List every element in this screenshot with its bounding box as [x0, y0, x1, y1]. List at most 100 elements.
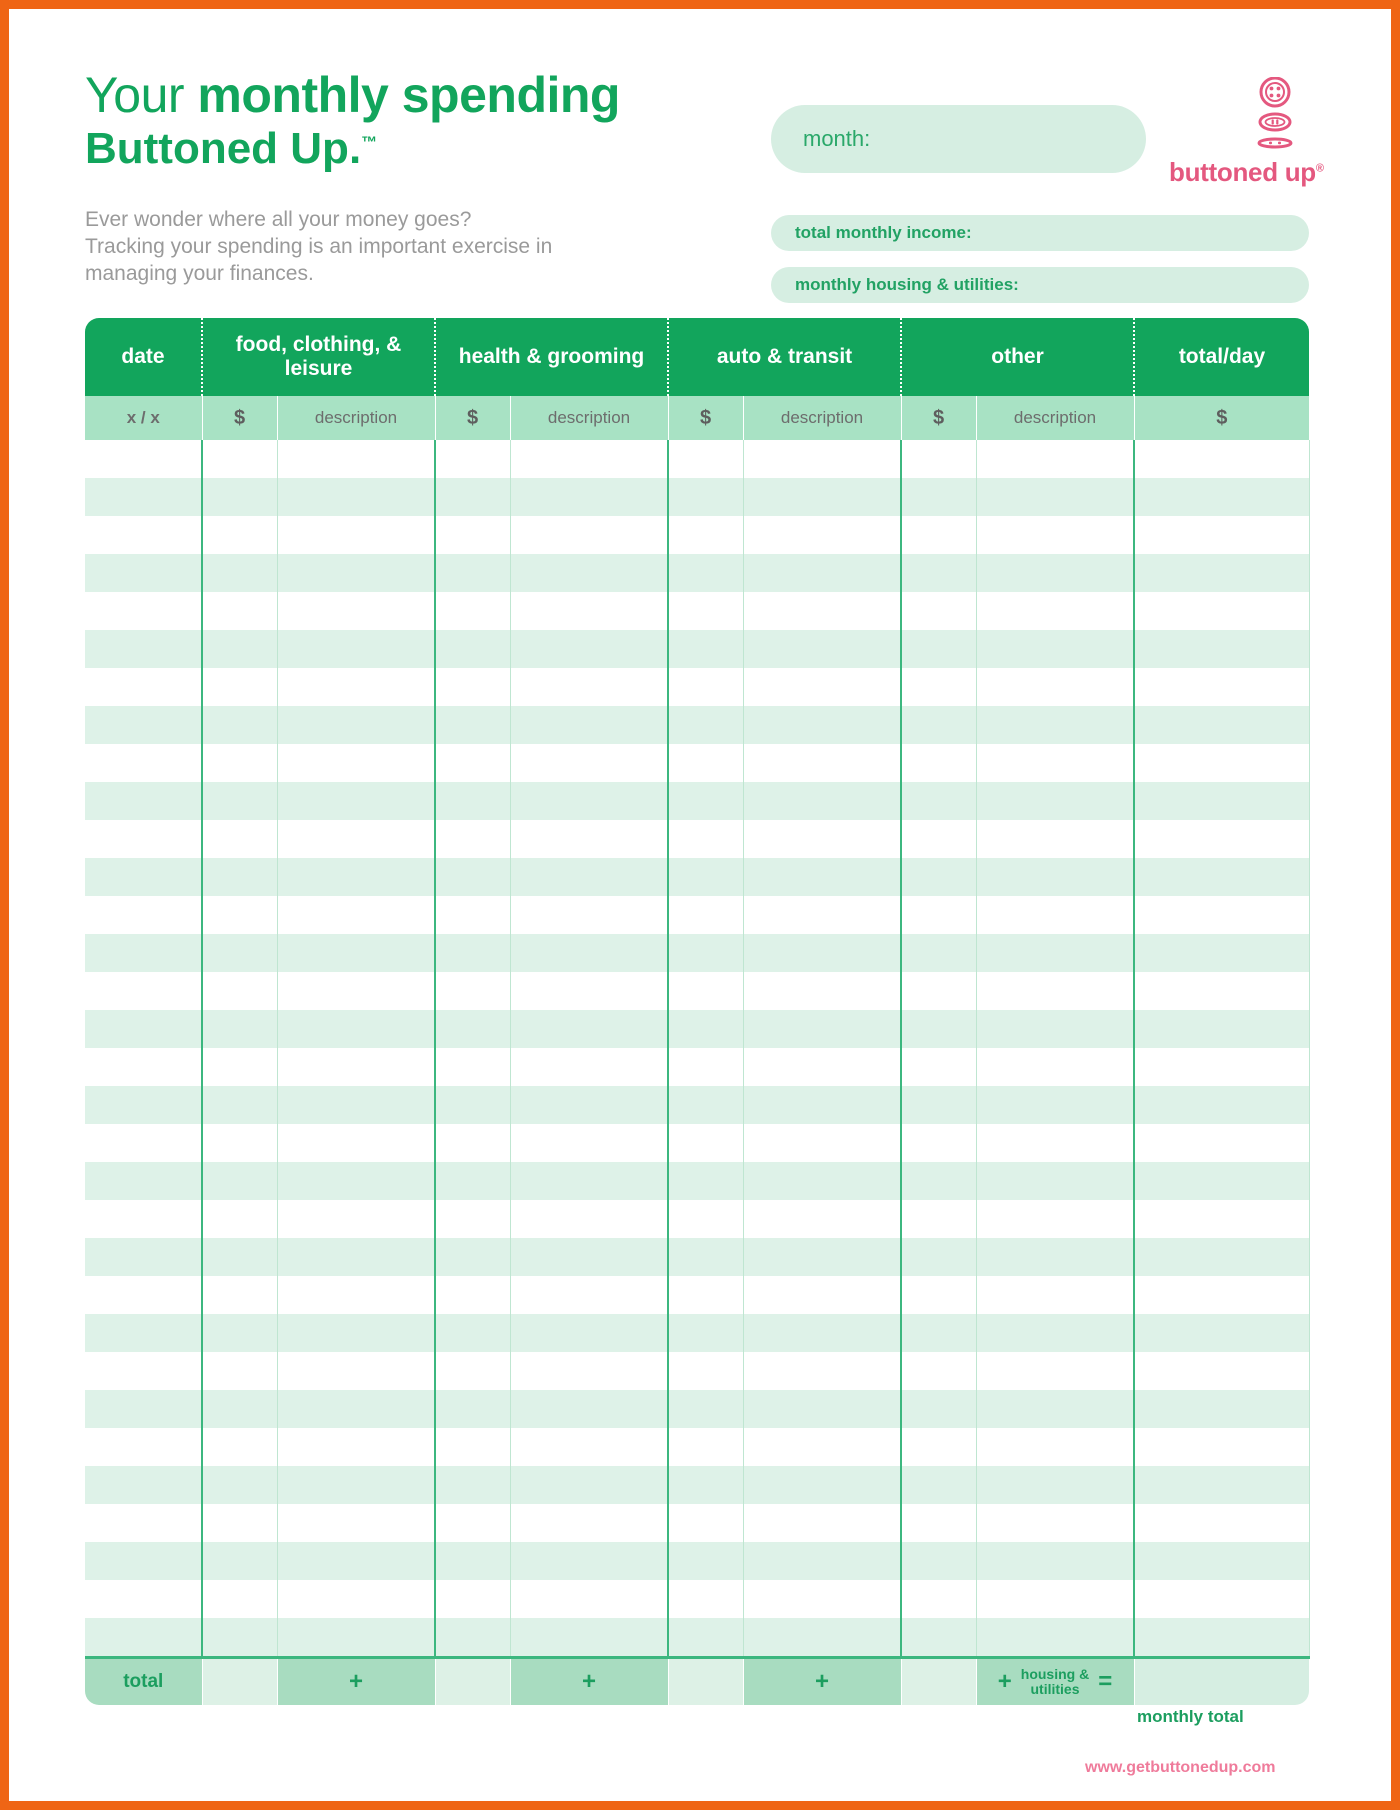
table-cell[interactable]	[85, 668, 203, 706]
table-cell[interactable]	[1134, 1466, 1310, 1504]
table-cell[interactable]	[435, 972, 511, 1010]
table-cell[interactable]	[901, 744, 977, 782]
table-cell[interactable]	[901, 972, 977, 1010]
table-cell[interactable]	[510, 630, 669, 668]
table-cell[interactable]	[976, 1238, 1135, 1276]
table-cell[interactable]	[901, 1466, 977, 1504]
table-cell[interactable]	[743, 630, 902, 668]
table-cell[interactable]	[743, 554, 902, 592]
table-cell[interactable]	[668, 1466, 744, 1504]
table-cell[interactable]	[901, 934, 977, 972]
table-cell[interactable]	[976, 1200, 1135, 1238]
table-cell[interactable]	[743, 1390, 902, 1428]
table-cell[interactable]	[277, 1352, 436, 1390]
table-cell[interactable]	[976, 972, 1135, 1010]
table-cell[interactable]	[743, 820, 902, 858]
table-cell[interactable]	[1134, 1580, 1310, 1618]
table-cell[interactable]	[743, 1352, 902, 1390]
table-cell[interactable]	[277, 1200, 436, 1238]
table-cell[interactable]	[901, 1542, 977, 1580]
table-cell[interactable]	[510, 706, 669, 744]
table-cell[interactable]	[668, 478, 744, 516]
monthly-total-amount[interactable]	[1134, 1656, 1309, 1705]
table-cell[interactable]	[976, 896, 1135, 934]
table-cell[interactable]	[435, 1466, 511, 1504]
table-cell[interactable]	[85, 516, 203, 554]
table-cell[interactable]	[668, 1618, 744, 1658]
table-cell[interactable]	[510, 1504, 669, 1542]
table-cell[interactable]	[202, 1580, 278, 1618]
table-cell[interactable]	[1134, 592, 1310, 630]
table-cell[interactable]	[435, 516, 511, 554]
table-cell[interactable]	[202, 630, 278, 668]
table-cell[interactable]	[901, 782, 977, 820]
table-cell[interactable]	[277, 440, 436, 478]
table-cell[interactable]	[1134, 1010, 1310, 1048]
table-cell[interactable]	[510, 440, 669, 478]
table-cell[interactable]	[668, 1276, 744, 1314]
table-cell[interactable]	[668, 630, 744, 668]
table-cell[interactable]	[976, 706, 1135, 744]
table-cell[interactable]	[901, 1200, 977, 1238]
table-cell[interactable]	[435, 1162, 511, 1200]
table-cell[interactable]	[743, 1162, 902, 1200]
table-cell[interactable]	[510, 1580, 669, 1618]
table-cell[interactable]	[85, 1504, 203, 1542]
table-cell[interactable]	[85, 630, 203, 668]
table-cell[interactable]	[85, 440, 203, 478]
table-cell[interactable]	[901, 1504, 977, 1542]
table-cell[interactable]	[202, 554, 278, 592]
table-cell[interactable]	[277, 1466, 436, 1504]
table-cell[interactable]	[510, 820, 669, 858]
table-cell[interactable]	[1134, 630, 1310, 668]
table-cell[interactable]	[668, 1048, 744, 1086]
table-cell[interactable]	[976, 1162, 1135, 1200]
table-cell[interactable]	[510, 592, 669, 630]
table-cell[interactable]	[435, 440, 511, 478]
table-cell[interactable]	[435, 1504, 511, 1542]
table-cell[interactable]	[510, 1086, 669, 1124]
table-cell[interactable]	[1134, 1124, 1310, 1162]
table-cell[interactable]	[743, 1580, 902, 1618]
table-cell[interactable]	[668, 1352, 744, 1390]
table-cell[interactable]	[277, 1618, 436, 1658]
table-cell[interactable]	[901, 820, 977, 858]
table-cell[interactable]	[277, 630, 436, 668]
table-cell[interactable]	[976, 1048, 1135, 1086]
table-cell[interactable]	[743, 592, 902, 630]
table-cell[interactable]	[202, 1048, 278, 1086]
table-cell[interactable]	[901, 1124, 977, 1162]
table-cell[interactable]	[743, 1048, 902, 1086]
table-cell[interactable]	[668, 440, 744, 478]
table-cell[interactable]	[202, 1390, 278, 1428]
table-cell[interactable]	[976, 1314, 1135, 1352]
table-cell[interactable]	[202, 1162, 278, 1200]
table-cell[interactable]	[510, 1162, 669, 1200]
table-cell[interactable]	[277, 820, 436, 858]
table-cell[interactable]	[1134, 1162, 1310, 1200]
table-cell[interactable]	[901, 1580, 977, 1618]
table-cell[interactable]	[435, 1124, 511, 1162]
table-cell[interactable]	[435, 478, 511, 516]
table-cell[interactable]	[976, 1580, 1135, 1618]
table-cell[interactable]	[85, 820, 203, 858]
table-cell[interactable]	[1134, 820, 1310, 858]
table-cell[interactable]	[901, 1314, 977, 1352]
table-cell[interactable]	[510, 554, 669, 592]
table-cell[interactable]	[85, 1124, 203, 1162]
table-cell[interactable]	[743, 1200, 902, 1238]
table-cell[interactable]	[743, 1466, 902, 1504]
table-cell[interactable]	[85, 1086, 203, 1124]
table-cell[interactable]	[85, 1542, 203, 1580]
table-cell[interactable]	[668, 858, 744, 896]
table-cell[interactable]	[202, 668, 278, 706]
table-cell[interactable]	[668, 972, 744, 1010]
table-cell[interactable]	[85, 1390, 203, 1428]
table-cell[interactable]	[668, 1238, 744, 1276]
table-cell[interactable]	[277, 478, 436, 516]
table-cell[interactable]	[202, 1276, 278, 1314]
table-cell[interactable]	[510, 1428, 669, 1466]
table-cell[interactable]	[510, 478, 669, 516]
table-cell[interactable]	[1134, 1352, 1310, 1390]
table-cell[interactable]	[85, 554, 203, 592]
